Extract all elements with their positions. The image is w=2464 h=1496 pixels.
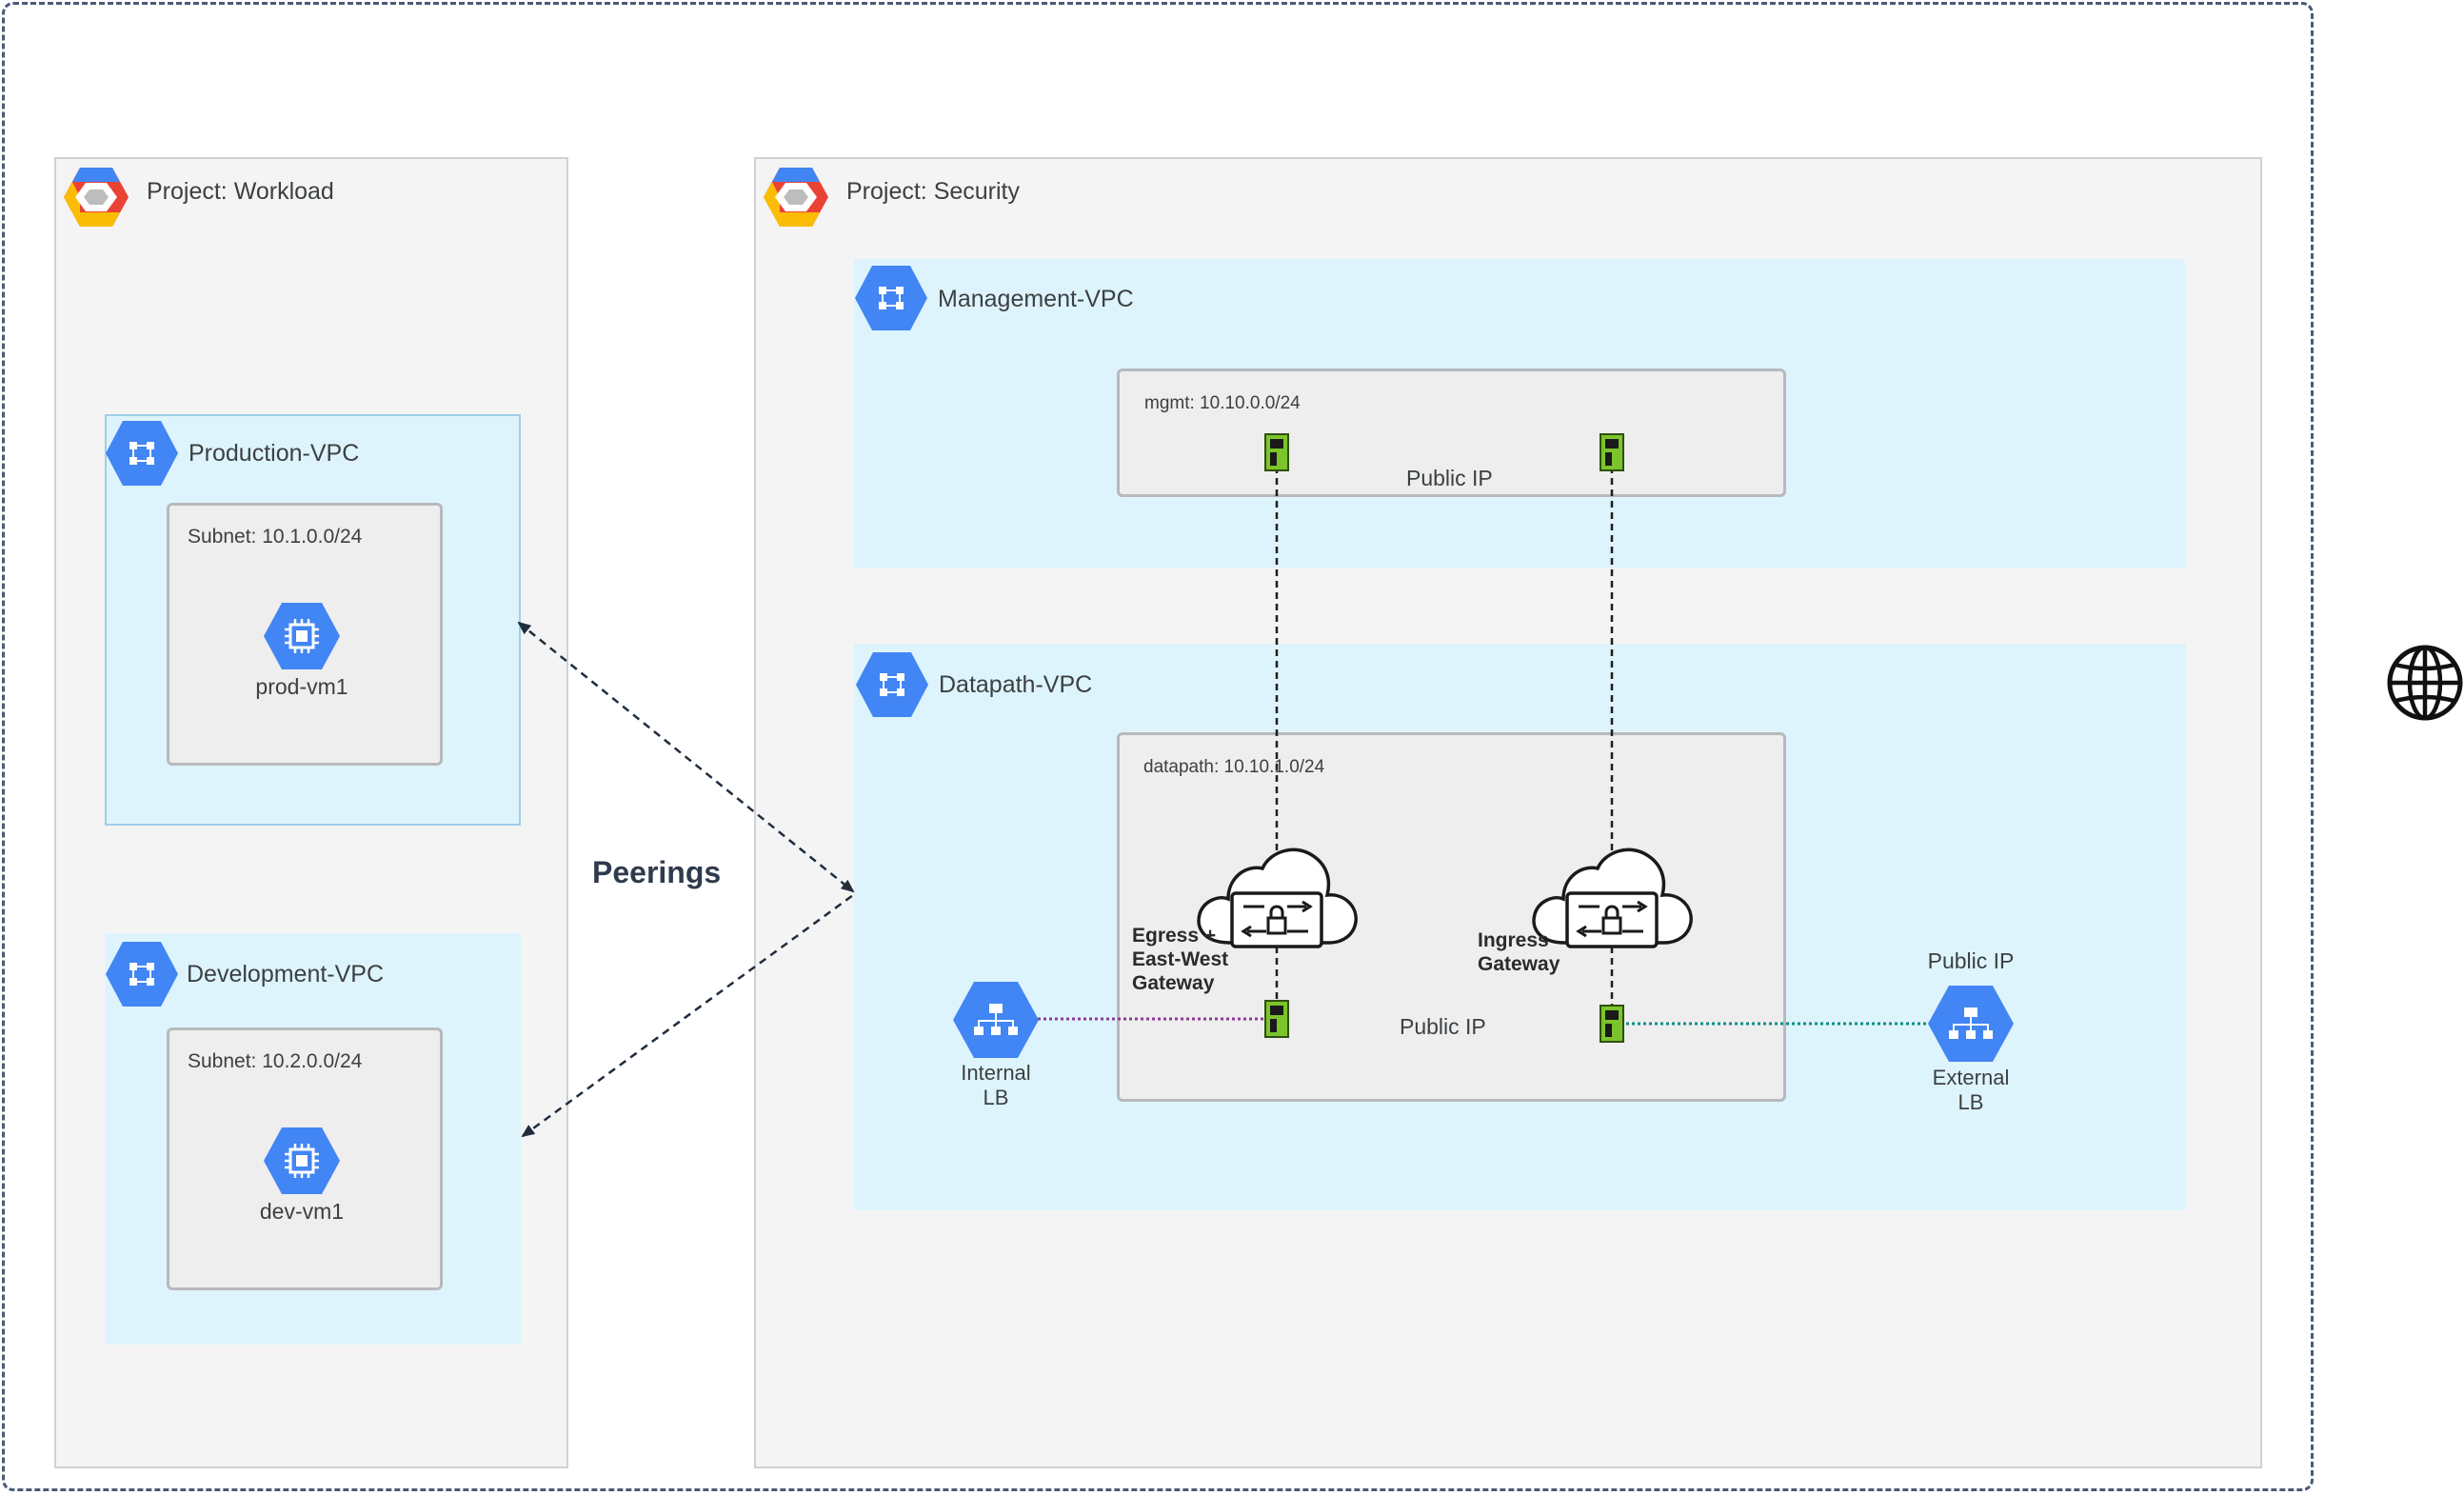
egress-gateway-label: Egress + East-West Gateway — [1132, 925, 1229, 994]
ingress-gateway-label: Ingress Gateway — [1478, 929, 1560, 975]
network-interface-icon — [1600, 1005, 1624, 1043]
peering-link-development — [521, 893, 854, 1138]
network-interface-icon — [1264, 1000, 1289, 1038]
load-balancer-icon — [1928, 986, 2014, 1062]
network-interface-icon — [1264, 433, 1289, 471]
external-lb-public-ip-label: Public IP — [1927, 948, 2015, 973]
globe-icon — [2387, 645, 2463, 721]
internal-lb-label: Internal LB — [961, 1061, 1031, 1109]
load-balancer-icon — [953, 982, 1039, 1058]
network-interface-icon — [1600, 433, 1624, 471]
peering-link-production — [517, 621, 855, 893]
diagram-canvas: Project: Workload Production-VPC Subnet:… — [0, 0, 2464, 1496]
external-lb-label: External LB — [1932, 1066, 2010, 1114]
connections-layer — [517, 467, 1928, 1138]
peerings-label: Peerings — [592, 855, 722, 889]
